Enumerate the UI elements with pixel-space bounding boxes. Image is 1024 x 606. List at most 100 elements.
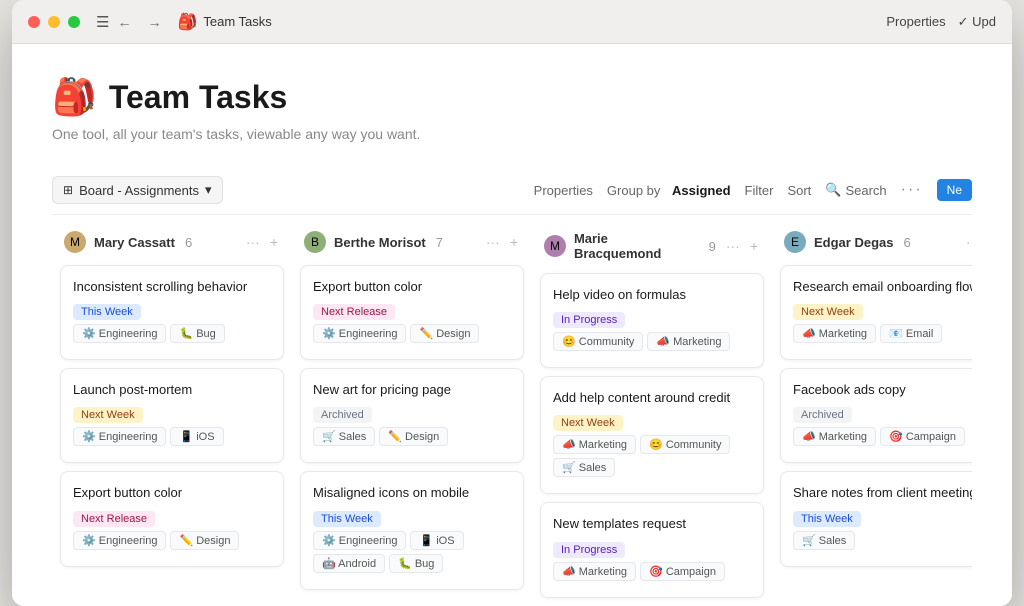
task-title: Misaligned icons on mobile (313, 484, 511, 502)
column-more-button[interactable]: ··· (244, 232, 262, 252)
task-card[interactable]: New art for pricing pageArchived🛒 Sales✏… (300, 368, 524, 463)
task-card[interactable]: Add help content around credit Next Week 📣… (540, 376, 764, 494)
board-label: Board - Assignments (79, 183, 199, 198)
dept-tag: 🛒 Sales (793, 531, 855, 550)
dept-tags: 📣 Marketing🎯 Campaign (793, 427, 972, 446)
status-tag: Next Week (793, 304, 863, 320)
task-card[interactable]: Share notes from client meetingThis Week… (780, 471, 972, 566)
dept-tag: 📣 Marketing (793, 427, 876, 446)
search-area[interactable]: 🔍 Search (825, 182, 886, 198)
column-more-button[interactable]: ··· (964, 232, 972, 252)
task-tags: Next Week (793, 304, 972, 320)
board-column-0: MMary Cassatt6···+Inconsistent scrolling… (52, 231, 292, 606)
column-name: Edgar Degas (814, 235, 893, 250)
column-name: Berthe Morisot (334, 235, 426, 250)
app-window: ☰ ← → 🎒 Team Tasks Properties ✓ Upd 🎒 Te… (12, 0, 1012, 606)
close-button[interactable] (28, 16, 40, 28)
filter-button[interactable]: Filter (745, 183, 774, 198)
task-card[interactable]: Research email onboarding flows Next Week… (780, 265, 972, 360)
dept-tags: 🛒 Sales (793, 531, 972, 550)
page-icon: 🎒 (177, 12, 197, 32)
forward-button[interactable]: → (143, 12, 165, 32)
task-tags: This Week (313, 511, 511, 527)
group-by-value[interactable]: Assigned (672, 183, 731, 198)
column-count: 7 (436, 235, 443, 250)
task-card[interactable]: New templates requestIn Progress📣 Market… (540, 502, 764, 597)
minimize-button[interactable] (48, 16, 60, 28)
task-card[interactable]: Inconsistent scrolling behavior This Week… (60, 265, 284, 360)
dept-tag: 🎯 Campaign (880, 427, 965, 446)
task-card[interactable]: Launch post-mortem Next Week ⚙️ Engineerin… (60, 368, 284, 463)
properties-button[interactable]: Properties (534, 183, 593, 198)
column-avatar: M (64, 231, 86, 253)
column-avatar: M (544, 235, 566, 257)
board-column-1: BBerthe Morisot7···+Export button colorN… (292, 231, 532, 606)
dept-tag: 🎯 Campaign (640, 562, 725, 581)
board-column-3: EEdgar Degas6···+Research email onboardi… (772, 231, 972, 606)
dept-tag: ⚙️ Engineering (73, 324, 166, 343)
task-title: Research email onboarding flows (793, 278, 972, 296)
column-add-button[interactable]: + (268, 232, 280, 252)
status-tag: In Progress (553, 312, 625, 328)
board-selector[interactable]: ⊞ Board - Assignments ▾ (52, 176, 223, 204)
task-tags: This Week (73, 304, 271, 320)
column-count: 9 (709, 239, 716, 254)
status-tag: This Week (313, 511, 381, 527)
task-title: Launch post-mortem (73, 381, 271, 399)
dept-tags: 📣 Marketing🎯 Campaign (553, 562, 751, 581)
column-header: M Marie Bracquemond 9 ··· + (540, 231, 764, 261)
titlebar-actions: Properties ✓ Upd (886, 14, 996, 30)
column-count: 6 (185, 235, 192, 250)
nav-buttons: ← → (113, 12, 165, 32)
task-card[interactable]: Export button colorNext Release⚙️ Engine… (300, 265, 524, 360)
dept-tag: ⚙️ Engineering (73, 427, 166, 446)
column-add-button[interactable]: + (748, 236, 760, 256)
dept-tag: ✏️ Design (170, 531, 239, 550)
sort-button[interactable]: Sort (787, 183, 811, 198)
status-tag: Next Week (553, 415, 623, 431)
task-card[interactable]: Help video on formulas In Progress 😊 Commu… (540, 273, 764, 368)
share-button[interactable]: Properties (886, 14, 945, 29)
traffic-lights (28, 16, 80, 28)
task-title: Help video on formulas (553, 286, 751, 304)
dept-tag: 🛒 Sales (313, 427, 375, 446)
dept-tag: 🤖 Android (313, 554, 385, 573)
task-card[interactable]: Export button colorNext Release⚙️ Engine… (60, 471, 284, 566)
update-button[interactable]: ✓ Upd (958, 14, 996, 30)
task-title: Add help content around credit (553, 389, 751, 407)
maximize-button[interactable] (68, 16, 80, 28)
column-actions: ··· + (484, 232, 520, 252)
more-options-icon[interactable]: ··· (901, 181, 923, 199)
dept-tag: ⚙️ Engineering (313, 531, 406, 550)
back-button[interactable]: ← (113, 12, 135, 32)
column-name: Marie Bracquemond (574, 231, 699, 261)
task-card[interactable]: Misaligned icons on mobile This Week ⚙️ En… (300, 471, 524, 589)
page-title: Team Tasks (109, 79, 287, 116)
dept-tags: 📣 Marketing😊 Community🛒 Sales (553, 435, 751, 477)
task-card[interactable]: Facebook ads copyArchived📣 Marketing🎯 Ca… (780, 368, 972, 463)
dept-tag: ✏️ Design (379, 427, 448, 446)
page-header: 🎒 Team Tasks One tool, all your team's t… (52, 76, 972, 142)
task-tags: Next Week (73, 407, 271, 423)
group-by: Group by Assigned (607, 183, 731, 198)
dept-tag: ⚙️ Engineering (73, 531, 166, 550)
task-title: Inconsistent scrolling behavior (73, 278, 271, 296)
new-button[interactable]: Ne (937, 179, 972, 201)
dept-tag: 📣 Marketing (647, 332, 730, 351)
board-icon: ⊞ (63, 183, 73, 197)
task-tags: In Progress (553, 312, 751, 328)
board-column-2: M Marie Bracquemond 9 ··· + Help video on for… (532, 231, 772, 606)
dept-tag: 😊 Community (553, 332, 643, 351)
page-emoji: 🎒 (52, 76, 97, 118)
task-tags: Next Week (553, 415, 751, 431)
toolbar: ⊞ Board - Assignments ▾ Properties Group… (52, 166, 972, 215)
column-actions: ···+ (964, 232, 972, 252)
dept-tag: 📣 Marketing (553, 435, 636, 454)
column-count: 6 (903, 235, 910, 250)
column-more-button[interactable]: ··· (484, 232, 502, 252)
column-header: MMary Cassatt6···+ (60, 231, 284, 253)
hamburger-icon[interactable]: ☰ (96, 13, 109, 31)
page-title-row: 🎒 Team Tasks (52, 76, 972, 118)
column-add-button[interactable]: + (508, 232, 520, 252)
column-more-button[interactable]: ··· (724, 236, 742, 256)
